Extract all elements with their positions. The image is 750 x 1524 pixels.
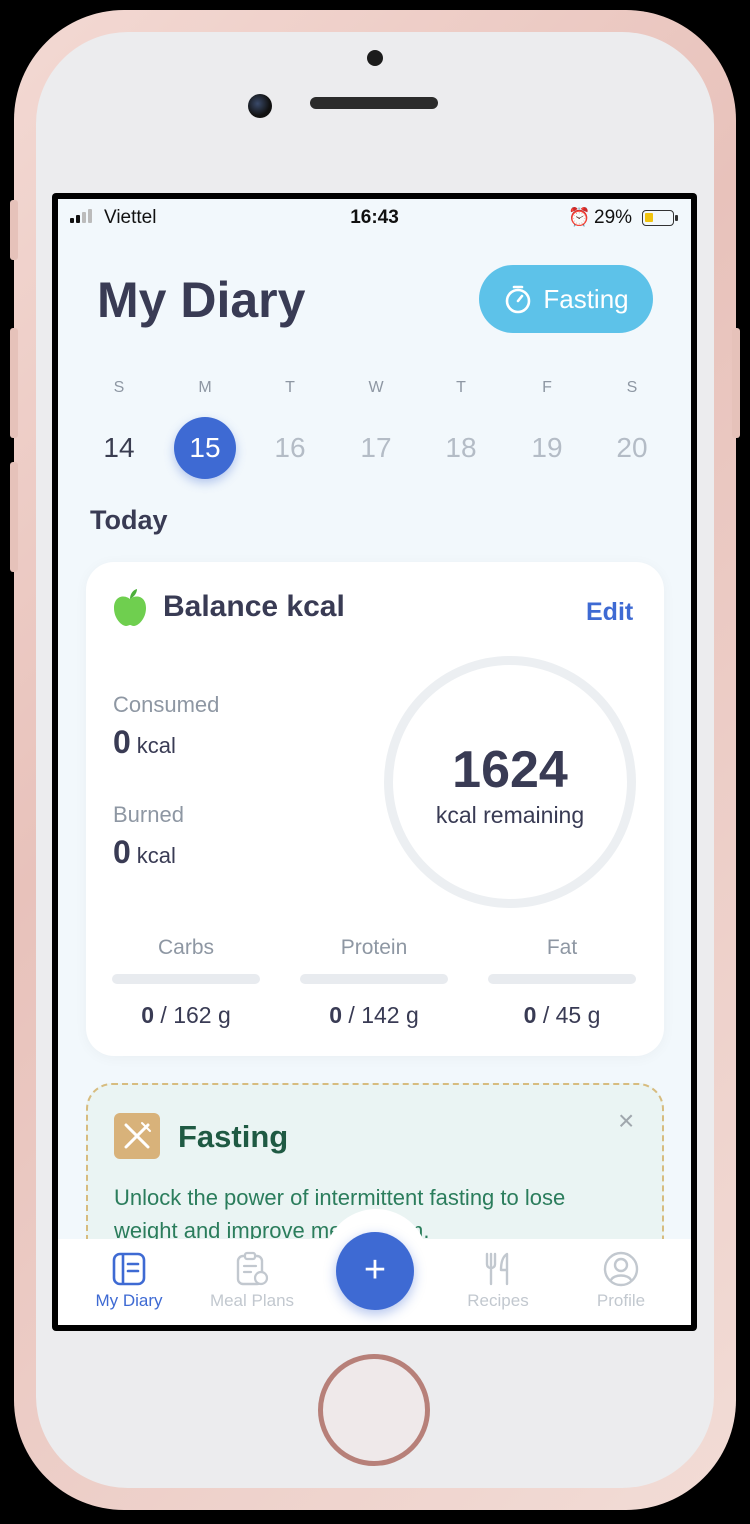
consumed-number: 0 (113, 724, 131, 760)
edit-button[interactable]: Edit (586, 598, 633, 627)
macro-current: 0 (329, 1002, 343, 1028)
apple-icon (114, 589, 146, 626)
macro-current: 0 (141, 1002, 155, 1028)
nav-label: Meal Plans (209, 1291, 295, 1310)
day-letter: T (456, 379, 466, 396)
card-title: Balance kcal (163, 590, 345, 623)
screen: Viettel 16:43 ⏰ 29% My Diary Fasting S 1… (52, 193, 697, 1331)
day-number: 19 (531, 432, 563, 463)
app-screen: Viettel 16:43 ⏰ 29% My Diary Fasting S 1… (58, 199, 691, 1325)
day-sat[interactable]: S 20 (597, 379, 667, 479)
day-tue[interactable]: T 16 (255, 379, 325, 479)
add-button[interactable]: + (336, 1232, 414, 1310)
volume-down-button (10, 462, 18, 572)
day-thu[interactable]: T 18 (426, 379, 496, 479)
fasting-button[interactable]: Fasting (479, 265, 653, 333)
nav-recipes[interactable]: Recipes (438, 1251, 558, 1311)
macro-progress-bar (300, 974, 448, 984)
balance-card: Balance kcal Edit Consumed 0 kcal Burned … (86, 562, 664, 1056)
burned-unit: kcal (136, 843, 176, 868)
meal-plans-icon (236, 1251, 269, 1286)
day-number: 14 (103, 432, 135, 463)
kcal-remaining-label: kcal remaining (435, 802, 585, 828)
day-number: 16 (274, 432, 306, 463)
consumed-label: Consumed (113, 692, 220, 717)
home-button[interactable] (318, 1354, 430, 1466)
nav-my-diary[interactable]: My Diary (69, 1251, 189, 1311)
section-title: Today (90, 505, 168, 535)
day-number: 20 (616, 432, 648, 463)
nav-meal-plans[interactable]: Meal Plans (192, 1251, 312, 1311)
battery-percentage: 29% (594, 207, 633, 228)
volume-up-button (10, 328, 18, 438)
day-letter: W (368, 379, 384, 396)
day-mon[interactable]: M 15 (170, 379, 240, 479)
nav-label: Profile (596, 1291, 646, 1310)
macro-target: / 142 g (348, 1002, 419, 1028)
earpiece-speaker (310, 97, 438, 109)
status-bar: Viettel 16:43 ⏰ 29% (58, 199, 691, 237)
day-letter: S (626, 379, 638, 396)
consumed-unit: kcal (136, 733, 176, 758)
macro-target: / 162 g (160, 1002, 231, 1028)
day-letter: T (285, 379, 295, 396)
consumed-value: 0 kcal (113, 724, 176, 761)
promo-title: Fasting (178, 1119, 289, 1154)
burned-label: Burned (113, 802, 184, 827)
day-wed[interactable]: W 17 (341, 379, 411, 479)
macro-label: Fat (546, 936, 578, 959)
day-fri[interactable]: F 19 (512, 379, 582, 479)
macro-target: / 45 g (542, 1002, 601, 1028)
fasting-button-label: Fasting (543, 283, 629, 314)
macro-protein: Protein 0 / 142 g (300, 936, 448, 1029)
burned-number: 0 (113, 834, 131, 870)
nav-profile[interactable]: Profile (561, 1251, 681, 1311)
macro-value: 0 / 45 g (488, 1002, 636, 1029)
fork-knife-icon (114, 1113, 160, 1159)
day-letter: F (542, 379, 552, 396)
timer-icon (506, 285, 531, 314)
close-icon[interactable]: × (618, 1105, 634, 1137)
macro-carbs: Carbs 0 / 162 g (112, 936, 260, 1029)
macro-current: 0 (523, 1002, 537, 1028)
macro-label: Carbs (157, 936, 215, 959)
day-number: 15 (174, 417, 236, 479)
macro-label: Protein (340, 936, 408, 959)
day-letter: S (113, 379, 125, 396)
day-number: 17 (360, 432, 392, 463)
macro-value: 0 / 142 g (300, 1002, 448, 1029)
profile-icon (603, 1251, 639, 1287)
proximity-sensor (367, 50, 383, 66)
power-button (732, 328, 740, 438)
macro-progress-bar (112, 974, 260, 984)
diary-icon (112, 1252, 146, 1286)
kcal-remaining-value: 1624 (452, 741, 568, 799)
fork-knife-icon (485, 1252, 509, 1286)
macro-progress-bar (488, 974, 636, 984)
nav-label: My Diary (95, 1291, 163, 1310)
page-title: My Diary (97, 272, 306, 328)
nav-label: Recipes (467, 1291, 529, 1310)
burned-value: 0 kcal (113, 834, 176, 871)
front-camera (248, 94, 272, 118)
macro-fat: Fat 0 / 45 g (488, 936, 636, 1029)
day-sun[interactable]: S 14 (84, 379, 154, 479)
day-letter: M (198, 379, 212, 396)
macro-value: 0 / 162 g (112, 1002, 260, 1029)
battery-icon (642, 210, 678, 226)
alarm-icon: ⏰ (568, 207, 591, 227)
day-number: 18 (445, 432, 477, 463)
mute-switch (10, 200, 18, 260)
